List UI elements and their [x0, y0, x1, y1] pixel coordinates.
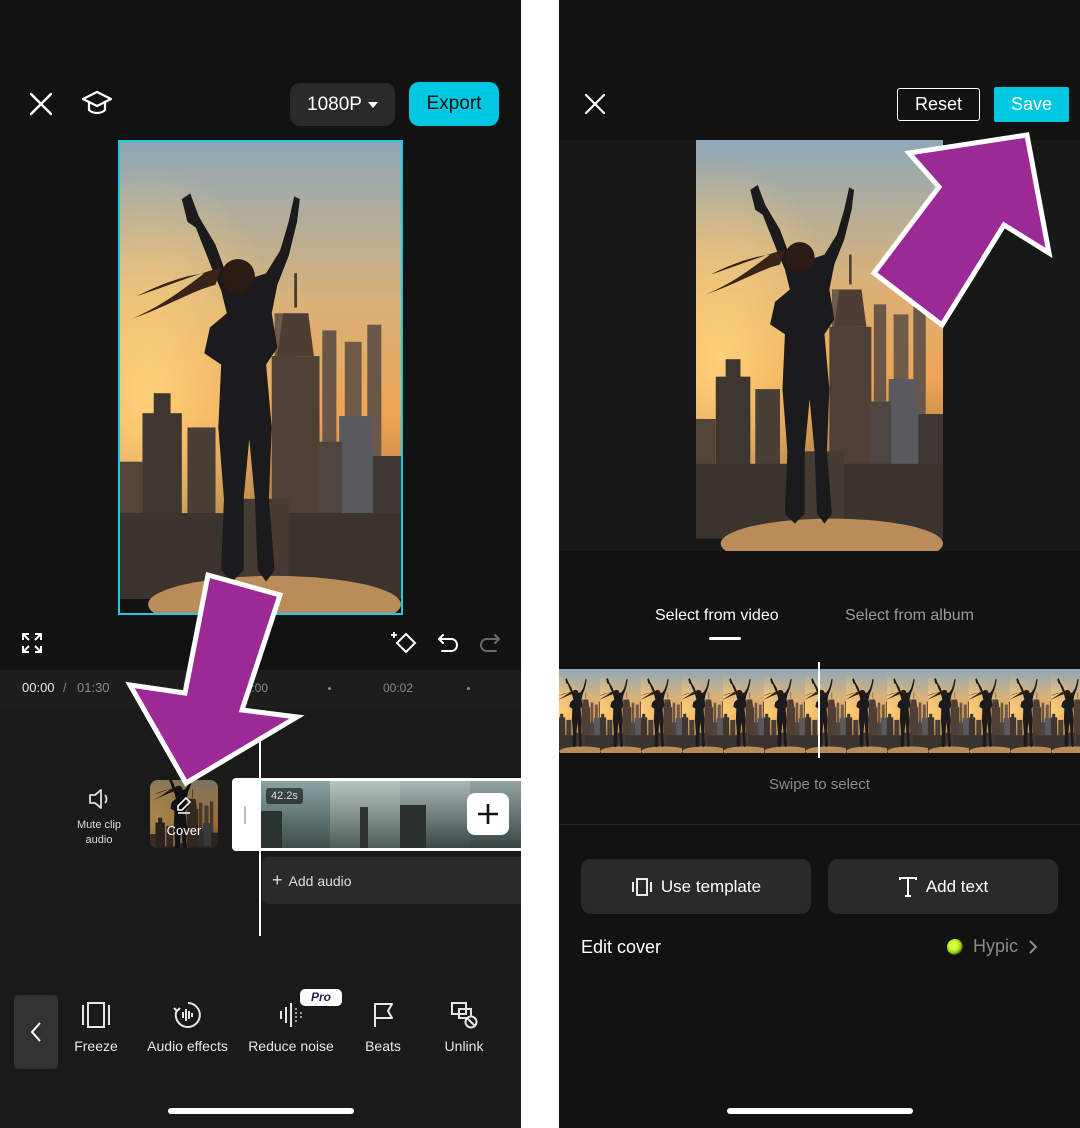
mute-label: Mute clip audio — [76, 819, 122, 846]
frame-thumbnail — [969, 669, 1010, 753]
frame-thumbnail — [723, 669, 764, 753]
add-text-label: Add text — [925, 876, 989, 896]
use-template-label: Use template — [660, 876, 762, 896]
cover-editor-screen: Reset Save Select from video Select from… — [559, 0, 1080, 1128]
active-tab-indicator — [709, 637, 741, 640]
annotation-arrow — [870, 132, 1053, 329]
unlink-label: Unlink — [444, 1038, 484, 1054]
frame-thumbnail — [682, 669, 723, 753]
text-icon — [898, 876, 917, 897]
frame-thumbnail — [764, 669, 805, 753]
hypic-label: Hypic — [973, 936, 1019, 956]
frame-thumbnail — [559, 669, 600, 753]
redo-icon[interactable] — [477, 630, 503, 656]
frame-thumbnail — [600, 669, 641, 753]
unlink-icon — [451, 1002, 478, 1029]
caret-down-icon — [367, 101, 378, 108]
use-template-button[interactable]: Use template — [581, 859, 811, 914]
mute-clip-audio-button[interactable]: Mute clip audio — [68, 788, 130, 848]
close-icon[interactable] — [583, 92, 607, 116]
chevron-left-icon — [30, 1022, 41, 1042]
edit-pencil-icon — [177, 796, 192, 814]
close-icon[interactable] — [26, 89, 56, 119]
unlink-button[interactable]: Unlink — [437, 1000, 491, 1054]
frame-thumbnail — [1010, 669, 1051, 753]
frame-thumbnail — [846, 669, 887, 753]
hypic-link[interactable]: Hypic — [947, 936, 1038, 957]
template-icon — [632, 877, 652, 896]
tab-select-from-album[interactable]: Select from album — [845, 607, 974, 625]
preview-image — [120, 142, 401, 613]
video-preview[interactable] — [118, 140, 403, 615]
time-separator: / — [63, 680, 67, 695]
frame-thumbnail — [1051, 669, 1080, 753]
tick-label: 00:02 — [383, 681, 414, 695]
home-indicator — [727, 1108, 913, 1114]
beats-flag-icon — [374, 1003, 393, 1027]
undo-icon[interactable] — [435, 630, 461, 656]
resolution-label: 1080P — [307, 93, 362, 115]
pro-badge: Pro — [300, 989, 342, 1006]
hypic-logo-icon — [947, 938, 963, 955]
toolbar-back-button[interactable] — [14, 995, 58, 1069]
tick-dot — [328, 687, 331, 690]
frame-selector-playhead[interactable] — [818, 662, 820, 758]
plus-icon — [478, 804, 498, 824]
fullscreen-icon[interactable] — [20, 631, 44, 655]
edit-cover-heading: Edit cover — [581, 937, 662, 957]
audio-effects-icon — [172, 1002, 201, 1028]
frame-thumbnail — [805, 669, 846, 753]
freeze-label: Freeze — [74, 1038, 118, 1054]
speaker-icon — [89, 789, 108, 809]
audio-effects-label: Audio effects — [147, 1038, 228, 1054]
beats-button[interactable]: Beats — [356, 1000, 410, 1054]
freeze-button[interactable]: Freeze — [68, 1000, 124, 1054]
tab-select-from-video[interactable]: Select from video — [655, 607, 779, 625]
home-indicator — [168, 1108, 354, 1114]
add-audio-label: Add audio — [288, 872, 352, 889]
plus-icon: + — [272, 870, 283, 890]
save-button[interactable]: Save — [994, 87, 1069, 122]
add-clip-button[interactable] — [467, 793, 509, 835]
current-time: 00:00 — [22, 680, 55, 695]
video-editor-screen: 1080P Export 00:00 / 01:30 00:00 00:02 M… — [0, 0, 521, 1128]
graduation-cap-icon[interactable] — [80, 88, 114, 120]
keyframe-icon[interactable] — [390, 629, 420, 657]
reduce-noise-label: Reduce noise — [248, 1038, 334, 1054]
clip-trim-handle[interactable] — [244, 806, 246, 824]
reset-button[interactable]: Reset — [897, 88, 980, 121]
annotation-arrow — [125, 571, 305, 787]
beats-label: Beats — [365, 1038, 401, 1054]
add-text-button[interactable]: Add text — [828, 859, 1058, 914]
reduce-noise-button[interactable]: Reduce noise — [243, 1000, 339, 1054]
tick-dot — [467, 687, 470, 690]
freeze-icon — [82, 1002, 110, 1028]
frame-thumbnail — [641, 669, 682, 753]
audio-effects-button[interactable]: Audio effects — [140, 1000, 235, 1054]
cover-label: Cover — [166, 823, 202, 838]
divider — [559, 824, 1080, 825]
swipe-hint: Swipe to select — [769, 776, 870, 793]
frame-thumbnail — [887, 669, 928, 753]
total-time: 01:30 — [77, 680, 110, 695]
chevron-right-icon — [1029, 939, 1038, 954]
resolution-selector[interactable]: 1080P — [290, 83, 395, 126]
add-audio-button[interactable]: + Add audio — [262, 857, 521, 904]
frame-thumbnail — [928, 669, 969, 753]
export-button[interactable]: Export — [409, 82, 499, 126]
